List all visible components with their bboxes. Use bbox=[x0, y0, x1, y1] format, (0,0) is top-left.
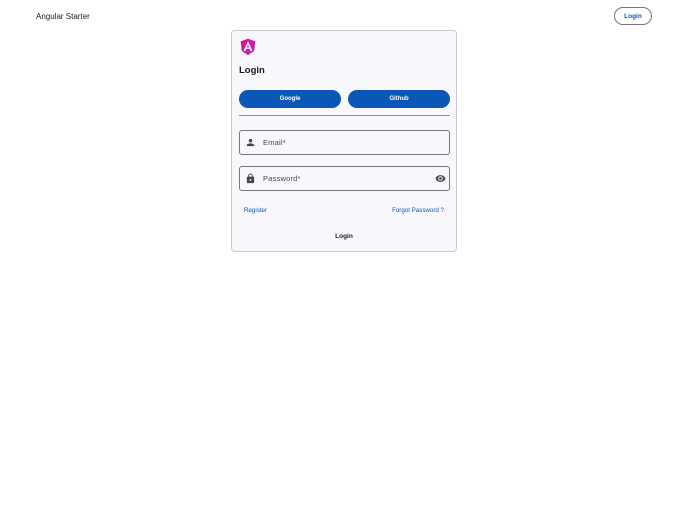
toolbar-login-button[interactable]: Login bbox=[614, 7, 652, 25]
email-field-label: Email* bbox=[263, 138, 286, 147]
password-field[interactable]: Password* bbox=[239, 166, 450, 191]
divider bbox=[239, 115, 450, 116]
top-toolbar: Angular Starter Login bbox=[0, 0, 688, 34]
app-title[interactable]: Angular Starter bbox=[36, 11, 90, 23]
login-submit-button[interactable]: Login bbox=[322, 229, 366, 243]
lock-icon bbox=[246, 173, 255, 184]
register-link[interactable]: Register bbox=[244, 207, 267, 215]
person-icon bbox=[246, 138, 255, 147]
forgot-password-link[interactable]: Forgot Password ? bbox=[392, 207, 444, 215]
card-title: Login bbox=[239, 65, 265, 76]
google-login-button[interactable]: Google bbox=[239, 90, 341, 108]
social-login-row: Google Github bbox=[239, 90, 450, 108]
password-field-label: Password* bbox=[263, 174, 301, 183]
github-login-button[interactable]: Github bbox=[348, 90, 450, 108]
angular-logo-icon bbox=[240, 38, 256, 56]
eye-icon[interactable] bbox=[435, 173, 446, 184]
email-field[interactable]: Email* bbox=[239, 130, 450, 155]
login-card: Login Google Github Email* Password* Reg… bbox=[231, 30, 457, 252]
